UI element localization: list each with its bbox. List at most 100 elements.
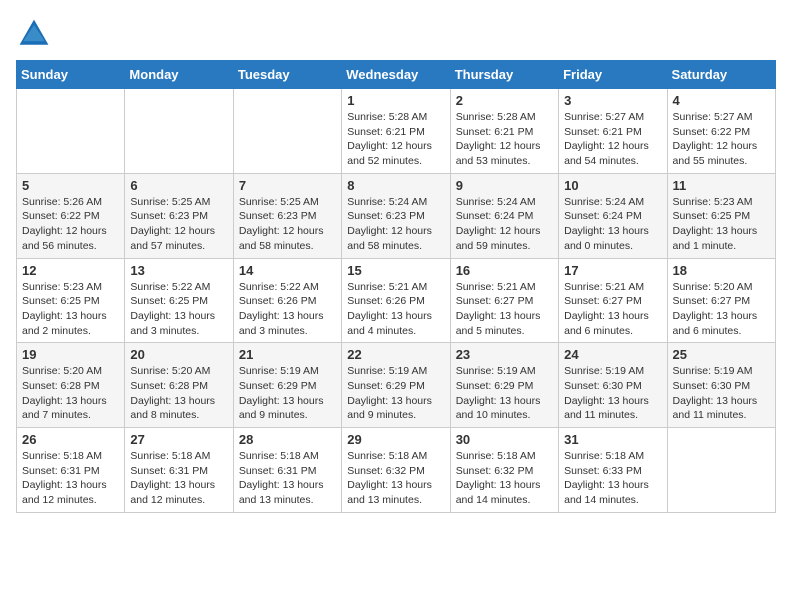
- day-info: Sunrise: 5:18 AM Sunset: 6:31 PM Dayligh…: [22, 449, 119, 508]
- day-number: 28: [239, 432, 336, 447]
- calendar-cell: [233, 89, 341, 174]
- calendar-cell: 11 Sunrise: 5:23 AM Sunset: 6:25 PM Dayli…: [667, 173, 775, 258]
- day-info: Sunrise: 5:19 AM Sunset: 6:30 PM Dayligh…: [564, 364, 661, 423]
- calendar-cell: 18Sunrise: 5:20 AM Sunset: 6:27 PM Dayli…: [667, 258, 775, 343]
- day-info: Sunrise: 5:20 AM Sunset: 6:28 PM Dayligh…: [130, 364, 227, 423]
- day-info: Sunrise: 5:20 AM Sunset: 6:28 PM Dayligh…: [22, 364, 119, 423]
- day-number: 9: [456, 178, 553, 193]
- day-number: 12: [22, 263, 119, 278]
- calendar-cell: 29 Sunrise: 5:18 AM Sunset: 6:32 PM Dayli…: [342, 428, 450, 513]
- calendar-cell: 23 Sunrise: 5:19 AM Sunset: 6:29 PM Dayli…: [450, 343, 558, 428]
- day-number: 24: [564, 347, 661, 362]
- calendar-cell: 9 Sunrise: 5:24 AM Sunset: 6:24 PM Daylig…: [450, 173, 558, 258]
- day-number: 7: [239, 178, 336, 193]
- col-header-thursday: Thursday: [450, 61, 558, 89]
- day-info: Sunrise: 5:28 AM Sunset: 6:21 PM Dayligh…: [347, 110, 444, 169]
- day-number: 30: [456, 432, 553, 447]
- day-info: Sunrise: 5:18 AM Sunset: 6:31 PM Dayligh…: [130, 449, 227, 508]
- day-number: 29: [347, 432, 444, 447]
- calendar-cell: 26 Sunrise: 5:18 AM Sunset: 6:31 PM Dayli…: [17, 428, 125, 513]
- day-info: Sunrise: 5:27 AM Sunset: 6:22 PM Dayligh…: [673, 110, 770, 169]
- day-number: 20: [130, 347, 227, 362]
- calendar-cell: 16Sunrise: 5:21 AM Sunset: 6:27 PM Dayli…: [450, 258, 558, 343]
- calendar-week-row: 12 Sunrise: 5:23 AM Sunset: 6:25 PM Dayli…: [17, 258, 776, 343]
- day-info: Sunrise: 5:19 AM Sunset: 6:29 PM Dayligh…: [239, 364, 336, 423]
- calendar-cell: 3 Sunrise: 5:27 AM Sunset: 6:21 PM Daylig…: [559, 89, 667, 174]
- day-number: 11: [673, 178, 770, 193]
- col-header-monday: Monday: [125, 61, 233, 89]
- day-info: Sunrise: 5:21 AM Sunset: 6:26 PM Dayligh…: [347, 280, 444, 339]
- calendar-week-row: 26 Sunrise: 5:18 AM Sunset: 6:31 PM Dayli…: [17, 428, 776, 513]
- day-info: Sunrise: 5:22 AM Sunset: 6:25 PM Dayligh…: [130, 280, 227, 339]
- day-number: 2: [456, 93, 553, 108]
- calendar-cell: 5Sunrise: 5:26 AM Sunset: 6:22 PM Daylig…: [17, 173, 125, 258]
- day-info: Sunrise: 5:21 AM Sunset: 6:27 PM Dayligh…: [564, 280, 661, 339]
- day-info: Sunrise: 5:18 AM Sunset: 6:32 PM Dayligh…: [456, 449, 553, 508]
- day-info: Sunrise: 5:23 AM Sunset: 6:25 PM Dayligh…: [673, 195, 770, 254]
- day-info: Sunrise: 5:18 AM Sunset: 6:31 PM Dayligh…: [239, 449, 336, 508]
- day-number: 22: [347, 347, 444, 362]
- calendar-cell: 4Sunrise: 5:27 AM Sunset: 6:22 PM Daylig…: [667, 89, 775, 174]
- day-number: 27: [130, 432, 227, 447]
- day-number: 31: [564, 432, 661, 447]
- day-info: Sunrise: 5:25 AM Sunset: 6:23 PM Dayligh…: [130, 195, 227, 254]
- calendar-week-row: 19 Sunrise: 5:20 AM Sunset: 6:28 PM Dayli…: [17, 343, 776, 428]
- calendar-cell: 19 Sunrise: 5:20 AM Sunset: 6:28 PM Dayli…: [17, 343, 125, 428]
- day-info: Sunrise: 5:27 AM Sunset: 6:21 PM Dayligh…: [564, 110, 661, 169]
- day-info: Sunrise: 5:18 AM Sunset: 6:33 PM Dayligh…: [564, 449, 661, 508]
- day-info: Sunrise: 5:25 AM Sunset: 6:23 PM Dayligh…: [239, 195, 336, 254]
- calendar-header-row: SundayMondayTuesdayWednesdayThursdayFrid…: [17, 61, 776, 89]
- day-info: Sunrise: 5:20 AM Sunset: 6:27 PM Dayligh…: [673, 280, 770, 339]
- calendar-cell: [125, 89, 233, 174]
- day-info: Sunrise: 5:24 AM Sunset: 6:23 PM Dayligh…: [347, 195, 444, 254]
- day-number: 19: [22, 347, 119, 362]
- calendar-cell: [17, 89, 125, 174]
- day-info: Sunrise: 5:19 AM Sunset: 6:29 PM Dayligh…: [456, 364, 553, 423]
- calendar-cell: 21 Sunrise: 5:19 AM Sunset: 6:29 PM Dayli…: [233, 343, 341, 428]
- calendar-cell: 6 Sunrise: 5:25 AM Sunset: 6:23 PM Daylig…: [125, 173, 233, 258]
- day-number: 23: [456, 347, 553, 362]
- calendar-cell: 25Sunrise: 5:19 AM Sunset: 6:30 PM Dayli…: [667, 343, 775, 428]
- calendar-cell: 8 Sunrise: 5:24 AM Sunset: 6:23 PM Daylig…: [342, 173, 450, 258]
- calendar-cell: 27 Sunrise: 5:18 AM Sunset: 6:31 PM Dayli…: [125, 428, 233, 513]
- day-number: 6: [130, 178, 227, 193]
- calendar-cell: 7 Sunrise: 5:25 AM Sunset: 6:23 PM Daylig…: [233, 173, 341, 258]
- calendar-cell: 30 Sunrise: 5:18 AM Sunset: 6:32 PM Dayli…: [450, 428, 558, 513]
- day-number: 26: [22, 432, 119, 447]
- header: [16, 16, 776, 52]
- day-info: Sunrise: 5:24 AM Sunset: 6:24 PM Dayligh…: [456, 195, 553, 254]
- day-number: 3: [564, 93, 661, 108]
- calendar-table: SundayMondayTuesdayWednesdayThursdayFrid…: [16, 60, 776, 513]
- calendar-cell: 10 Sunrise: 5:24 AM Sunset: 6:24 PM Dayli…: [559, 173, 667, 258]
- col-header-sunday: Sunday: [17, 61, 125, 89]
- day-info: Sunrise: 5:26 AM Sunset: 6:22 PM Dayligh…: [22, 195, 119, 254]
- day-number: 21: [239, 347, 336, 362]
- day-info: Sunrise: 5:21 AM Sunset: 6:27 PM Dayligh…: [456, 280, 553, 339]
- day-number: 1: [347, 93, 444, 108]
- day-number: 17: [564, 263, 661, 278]
- calendar-cell: 22 Sunrise: 5:19 AM Sunset: 6:29 PM Dayli…: [342, 343, 450, 428]
- calendar-cell: 20 Sunrise: 5:20 AM Sunset: 6:28 PM Dayli…: [125, 343, 233, 428]
- calendar-cell: 14Sunrise: 5:22 AM Sunset: 6:26 PM Dayli…: [233, 258, 341, 343]
- day-number: 15: [347, 263, 444, 278]
- day-info: Sunrise: 5:28 AM Sunset: 6:21 PM Dayligh…: [456, 110, 553, 169]
- calendar-cell: 12 Sunrise: 5:23 AM Sunset: 6:25 PM Dayli…: [17, 258, 125, 343]
- day-info: Sunrise: 5:18 AM Sunset: 6:32 PM Dayligh…: [347, 449, 444, 508]
- calendar-cell: 28 Sunrise: 5:18 AM Sunset: 6:31 PM Dayli…: [233, 428, 341, 513]
- day-info: Sunrise: 5:23 AM Sunset: 6:25 PM Dayligh…: [22, 280, 119, 339]
- day-number: 8: [347, 178, 444, 193]
- logo: [16, 16, 56, 52]
- day-info: Sunrise: 5:24 AM Sunset: 6:24 PM Dayligh…: [564, 195, 661, 254]
- day-number: 10: [564, 178, 661, 193]
- day-info: Sunrise: 5:22 AM Sunset: 6:26 PM Dayligh…: [239, 280, 336, 339]
- day-info: Sunrise: 5:19 AM Sunset: 6:29 PM Dayligh…: [347, 364, 444, 423]
- col-header-tuesday: Tuesday: [233, 61, 341, 89]
- calendar-cell: 1 Sunrise: 5:28 AM Sunset: 6:21 PM Daylig…: [342, 89, 450, 174]
- calendar-cell: 17 Sunrise: 5:21 AM Sunset: 6:27 PM Dayli…: [559, 258, 667, 343]
- col-header-wednesday: Wednesday: [342, 61, 450, 89]
- day-number: 13: [130, 263, 227, 278]
- day-info: Sunrise: 5:19 AM Sunset: 6:30 PM Dayligh…: [673, 364, 770, 423]
- calendar-cell: 2 Sunrise: 5:28 AM Sunset: 6:21 PM Daylig…: [450, 89, 558, 174]
- calendar-cell: 24 Sunrise: 5:19 AM Sunset: 6:30 PM Dayli…: [559, 343, 667, 428]
- calendar-cell: [667, 428, 775, 513]
